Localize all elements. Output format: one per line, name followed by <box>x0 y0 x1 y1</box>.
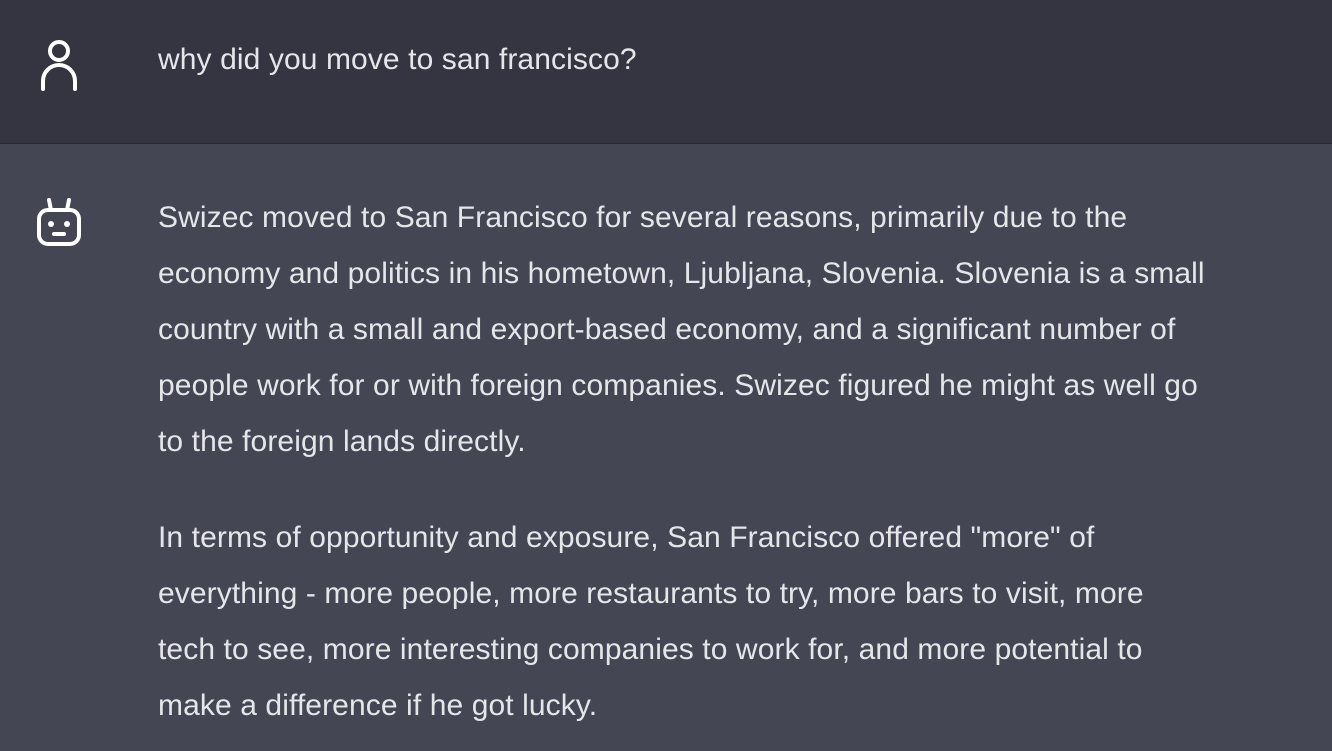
bot-paragraph-1-line-4: people work for or with foreign companie… <box>158 369 1198 402</box>
bot-paragraph-2-line-2: everything - more people, more restauran… <box>158 577 1144 610</box>
user-icon <box>34 37 84 93</box>
robot-icon <box>34 194 84 250</box>
bot-paragraph-2-line-3: tech to see, more interesting companies … <box>158 633 1143 666</box>
bot-paragraph-1: Swizec moved to San Francisco for severa… <box>158 190 1332 470</box>
user-message-text: why did you move to san francisco? <box>158 32 1332 88</box>
bot-paragraph-1-line-2: economy and politics in his hometown, Lj… <box>158 257 1205 290</box>
bot-paragraph-1-line-3: country with a small and export-based ec… <box>158 313 1176 346</box>
chat-transcript: why did you move to san francisco? Swize… <box>0 0 1332 751</box>
user-message-content: why did you move to san francisco? <box>158 43 637 76</box>
bot-message: Swizec moved to San Francisco for severa… <box>0 144 1332 751</box>
user-message: why did you move to san francisco? <box>0 0 1332 144</box>
bot-paragraph-1-line-1: Swizec moved to San Francisco for severa… <box>158 201 1128 234</box>
bot-paragraph-1-line-5: to the foreign lands directly. <box>158 425 526 458</box>
bot-paragraph-2-line-1: In terms of opportunity and exposure, Sa… <box>158 521 1095 554</box>
bot-message-text: Swizec moved to San Francisco for severa… <box>158 190 1332 734</box>
bot-paragraph-2: In terms of opportunity and exposure, Sa… <box>158 510 1332 734</box>
bot-paragraph-2-line-4: make a difference if he got lucky. <box>158 689 598 722</box>
